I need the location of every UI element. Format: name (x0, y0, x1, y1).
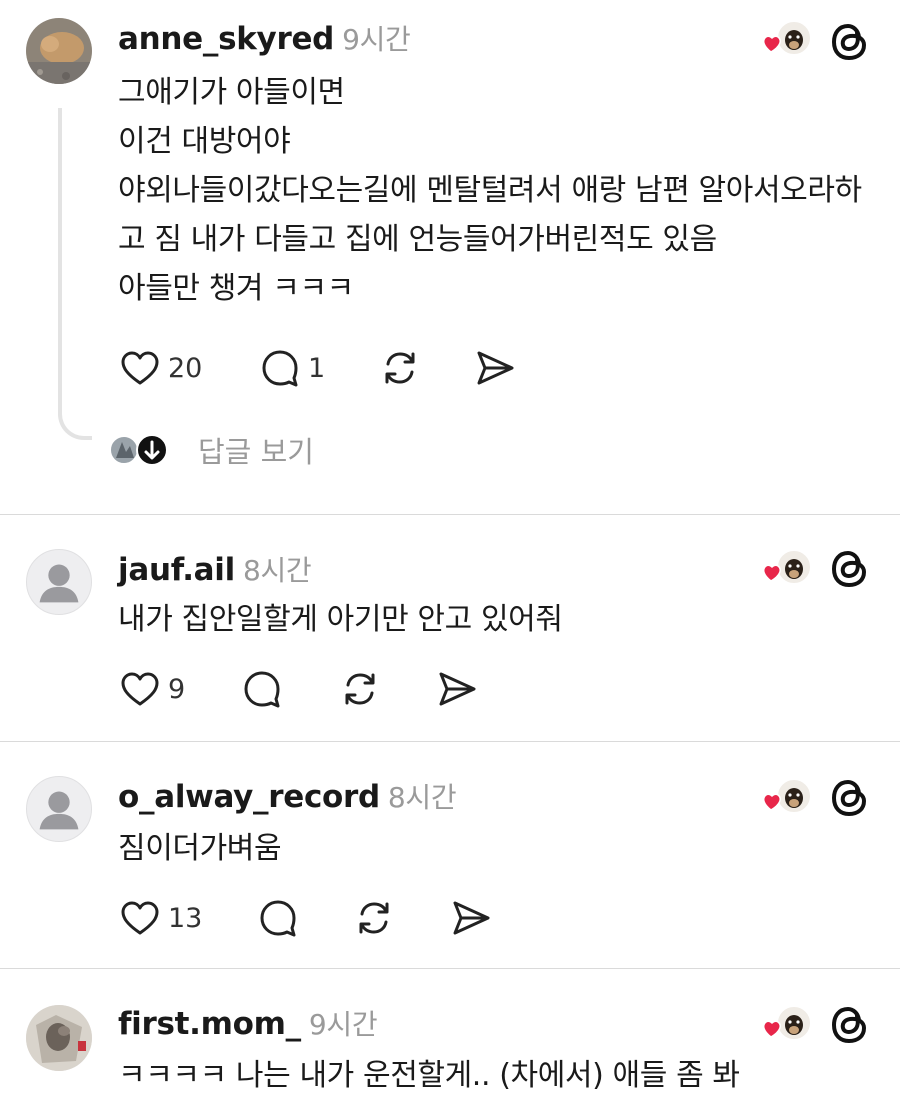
thread-connector-line (58, 108, 92, 440)
reply-count: 1 (308, 352, 326, 384)
share-icon (453, 901, 490, 935)
author-liked-badge (760, 1003, 816, 1043)
liked-by-author-icon (762, 778, 812, 814)
comment-post: anne_skyred 9시간 그애기가 아들이면 이건 대방어야 야외나들이갔다… (0, 0, 900, 514)
author-liked-badge (760, 18, 816, 58)
comment-text: 짐이더가벼움 (118, 831, 282, 866)
like-count: 13 (168, 902, 203, 934)
timestamp: 8시간 (242, 554, 312, 587)
comment-text: 그애기가 아들이면 이건 대방어야 야외나들이갔다오는길에 멘탈털려서 애랑 남… (118, 75, 862, 306)
avatar[interactable] (26, 776, 92, 842)
share-button[interactable] (474, 346, 516, 390)
like-button[interactable]: 20 (120, 346, 202, 390)
repost-button[interactable] (354, 896, 394, 940)
username-text[interactable]: anne_skyred (118, 21, 334, 57)
comment-text: 내가 집안일할게 아기만 안고 있어줘 (118, 602, 563, 637)
comment-post: jauf.ail 8시간 내가 집안일할게 아기만 안고 있어줘 9 (0, 515, 900, 741)
threads-logo-icon[interactable] (828, 547, 872, 591)
share-button[interactable] (450, 896, 492, 940)
comment-post: o_alway_record 8시간 짐이더가벼움 13 (0, 742, 900, 968)
username[interactable]: jauf.ail 8시간 (118, 549, 312, 589)
comment-post: first.mom_ 9시간 ㅋㅋㅋㅋ 나는 내가 운전할게.. (차에서) 애들… (0, 969, 900, 1110)
reply-button[interactable] (242, 667, 282, 711)
repost-button[interactable] (340, 667, 380, 711)
username-text[interactable]: jauf.ail (118, 552, 235, 588)
view-replies-label[interactable]: 답글 보기 (198, 429, 314, 471)
liked-by-author-icon (762, 20, 812, 56)
default-avatar-icon (39, 791, 79, 830)
comment-icon (262, 350, 298, 387)
comment-text: ㅋㅋㅋㅋ 나는 내가 운전할게.. (차에서) 애들 좀 봐 (118, 1058, 740, 1093)
timestamp: 8시간 (387, 781, 457, 814)
author-liked-badge (760, 547, 816, 587)
username-text[interactable]: o_alway_record (118, 779, 380, 815)
avatar[interactable] (26, 18, 92, 84)
like-count: 9 (168, 673, 186, 705)
threads-logo-icon[interactable] (828, 776, 872, 820)
timestamp: 9시간 (308, 1008, 378, 1041)
reply-button[interactable]: 1 (260, 346, 325, 390)
like-button[interactable]: 13 (120, 896, 202, 940)
liked-by-author-icon (762, 549, 812, 585)
threads-logo-icon[interactable] (828, 1003, 872, 1047)
heart-icon (121, 901, 159, 935)
author-liked-badge (760, 776, 816, 816)
avatar[interactable] (26, 1005, 92, 1071)
repost-icon (385, 352, 415, 384)
reply-button[interactable] (258, 896, 298, 940)
threads-logo-icon[interactable] (828, 20, 872, 64)
username[interactable]: o_alway_record 8시간 (118, 776, 457, 816)
default-avatar-icon (39, 564, 79, 603)
heart-icon (121, 672, 159, 706)
heart-icon (121, 351, 159, 385)
username-text[interactable]: first.mom_ (118, 1006, 301, 1042)
username[interactable]: first.mom_ 9시간 (118, 1003, 378, 1043)
timestamp: 9시간 (342, 23, 411, 56)
share-button[interactable] (436, 667, 478, 711)
repost-icon (345, 673, 375, 705)
like-count: 20 (168, 352, 203, 384)
share-icon (439, 672, 476, 706)
view-replies-button[interactable]: 답글 보기 (108, 428, 314, 472)
reply-avatars-icon (109, 434, 168, 466)
username[interactable]: anne_skyred 9시간 (118, 18, 411, 58)
share-icon (477, 351, 514, 385)
comment-icon (260, 900, 296, 937)
liked-by-author-icon (762, 1005, 812, 1041)
avatar[interactable] (26, 549, 92, 615)
repost-icon (359, 902, 389, 934)
like-button[interactable]: 9 (120, 667, 185, 711)
comment-icon (244, 671, 280, 708)
repost-button[interactable] (380, 346, 420, 390)
